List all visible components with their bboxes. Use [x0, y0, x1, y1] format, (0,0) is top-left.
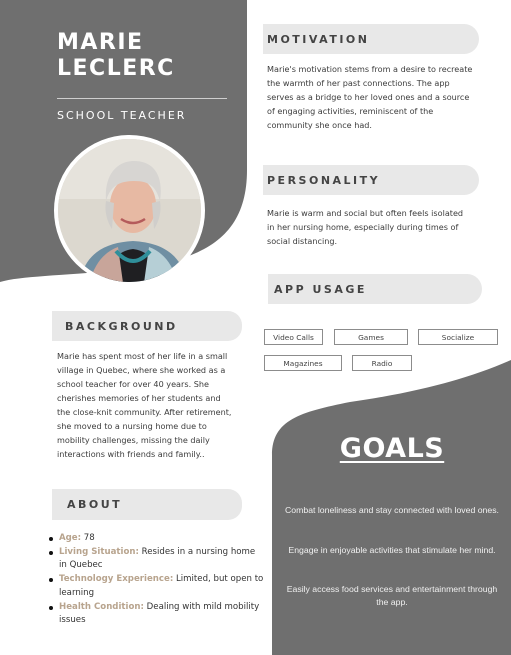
about-item-technology: Technology Experience: Limited, but open…	[49, 573, 264, 600]
personality-heading-label: PERSONALITY	[267, 173, 381, 187]
about-label: Technology Experience:	[59, 574, 174, 585]
tag-magazines: Magazines	[264, 355, 342, 371]
about-label: Health Condition:	[59, 601, 144, 612]
tag-radio: Radio	[352, 355, 412, 371]
goal-item: Combat loneliness and stay connected wit…	[285, 505, 499, 515]
job-title: SCHOOL TEACHER	[57, 109, 187, 122]
motivation-heading-label: MOTIVATION	[267, 32, 370, 46]
tag-games: Games	[334, 329, 408, 345]
about-heading-label: ABOUT	[67, 498, 123, 511]
personality-heading: PERSONALITY	[263, 165, 479, 195]
about-item-age: Age: 78	[49, 532, 264, 546]
about-value: 78	[81, 533, 95, 543]
name-divider	[57, 98, 227, 99]
goals-heading: GOALS	[339, 433, 445, 464]
background-heading-label: BACKGROUND	[65, 319, 178, 333]
last-name: LECLERC	[57, 56, 175, 81]
avatar	[54, 135, 205, 286]
background-text: Marie has spent most of her life in a sm…	[57, 351, 232, 459]
about-heading: ABOUT	[52, 489, 242, 520]
motivation-heading: MOTIVATION	[263, 24, 479, 54]
first-name: MARIE	[57, 30, 144, 55]
about-item-living: Living Situation: Resides in a nursing h…	[49, 546, 264, 573]
goal-item: Easily access food services and entertai…	[286, 584, 498, 607]
personality-text: Marie is warm and social but often feels…	[267, 208, 464, 246]
person-name: MARIE LECLERC	[57, 30, 247, 82]
about-list: Age: 78 Living Situation: Resides in a n…	[49, 532, 264, 628]
tag-socialize: Socialize	[418, 329, 498, 345]
goal-item: Engage in enjoyable activities that stim…	[288, 545, 496, 555]
about-label: Age:	[59, 533, 82, 543]
tag-video-calls: Video Calls	[264, 329, 323, 345]
background-heading: BACKGROUND	[52, 311, 242, 341]
about-item-health: Health Condition: Dealing with mild mobi…	[49, 601, 264, 628]
about-label: Living Situation:	[59, 546, 139, 557]
motivation-text: Marie's motivation stems from a desire t…	[267, 64, 473, 130]
app-usage-heading-label: APP USAGE	[274, 282, 367, 296]
app-usage-heading: APP USAGE	[268, 274, 482, 304]
